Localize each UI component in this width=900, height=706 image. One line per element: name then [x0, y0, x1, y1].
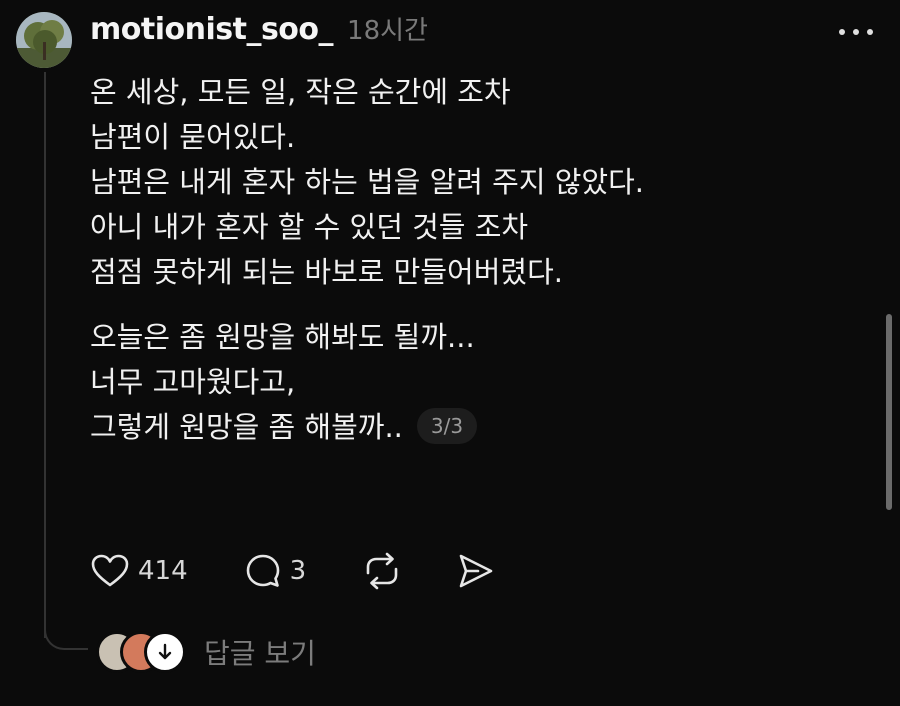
username[interactable]: motionist_soo_ [90, 12, 334, 47]
arrow-down-icon [158, 643, 172, 660]
view-replies-button[interactable]: 답글 보기 [96, 630, 316, 674]
post-line: 너무 고마웠다고, [90, 365, 296, 399]
share-button[interactable] [456, 548, 496, 594]
timestamp: 18시간 [347, 16, 428, 46]
page-counter: 3/3 [416, 408, 478, 444]
like-count: 414 [138, 556, 188, 586]
thread-line [44, 72, 46, 638]
post-line: 남편이 묻어있다. [90, 120, 296, 154]
post-header: motionist_soo_ 18시간 [90, 10, 428, 56]
like-button[interactable]: 414 [90, 548, 188, 594]
thread-line-curve [44, 612, 88, 650]
post-line: 온 세상, 모든 일, 작은 순간에 조차 [90, 75, 511, 109]
avatar-image [16, 12, 72, 68]
heart-icon [91, 554, 129, 587]
avatar[interactable] [16, 12, 72, 68]
view-replies-label[interactable]: 답글 보기 [204, 632, 316, 672]
repost-button[interactable] [360, 548, 404, 594]
more-button[interactable] [836, 20, 876, 44]
comment-button[interactable]: 3 [244, 548, 307, 594]
post-body: 온 세상, 모든 일, 작은 순간에 조차 남편이 묻어있다. 남편은 내게 혼… [90, 70, 810, 450]
share-icon [459, 554, 493, 588]
scrollbar[interactable] [886, 314, 892, 510]
post-line: 남편은 내게 혼자 하는 법을 알려 주지 않았다. [90, 165, 644, 199]
thread-post: motionist_soo_ 18시간 온 세상, 모든 일, 작은 순간에 조… [0, 0, 900, 706]
comment-icon [246, 554, 279, 587]
post-line: 점점 못하게 되는 바보로 만들어버렸다. [90, 255, 563, 289]
comment-count: 3 [289, 556, 307, 586]
post-line: 아니 내가 혼자 할 수 있던 것들 조차 [90, 210, 529, 244]
more-icon [839, 29, 873, 35]
repost-icon [366, 552, 398, 590]
post-line-last: 그렇게 원망을 좀 해볼까.. 3/3 [90, 405, 810, 450]
post-line: 오늘은 좀 원망을 해봐도 될까... [90, 320, 475, 354]
action-bar: 414 3 [90, 548, 496, 594]
post-line-text: 그렇게 원망을 좀 해볼까.. [90, 410, 403, 444]
expand-replies[interactable] [144, 631, 186, 673]
